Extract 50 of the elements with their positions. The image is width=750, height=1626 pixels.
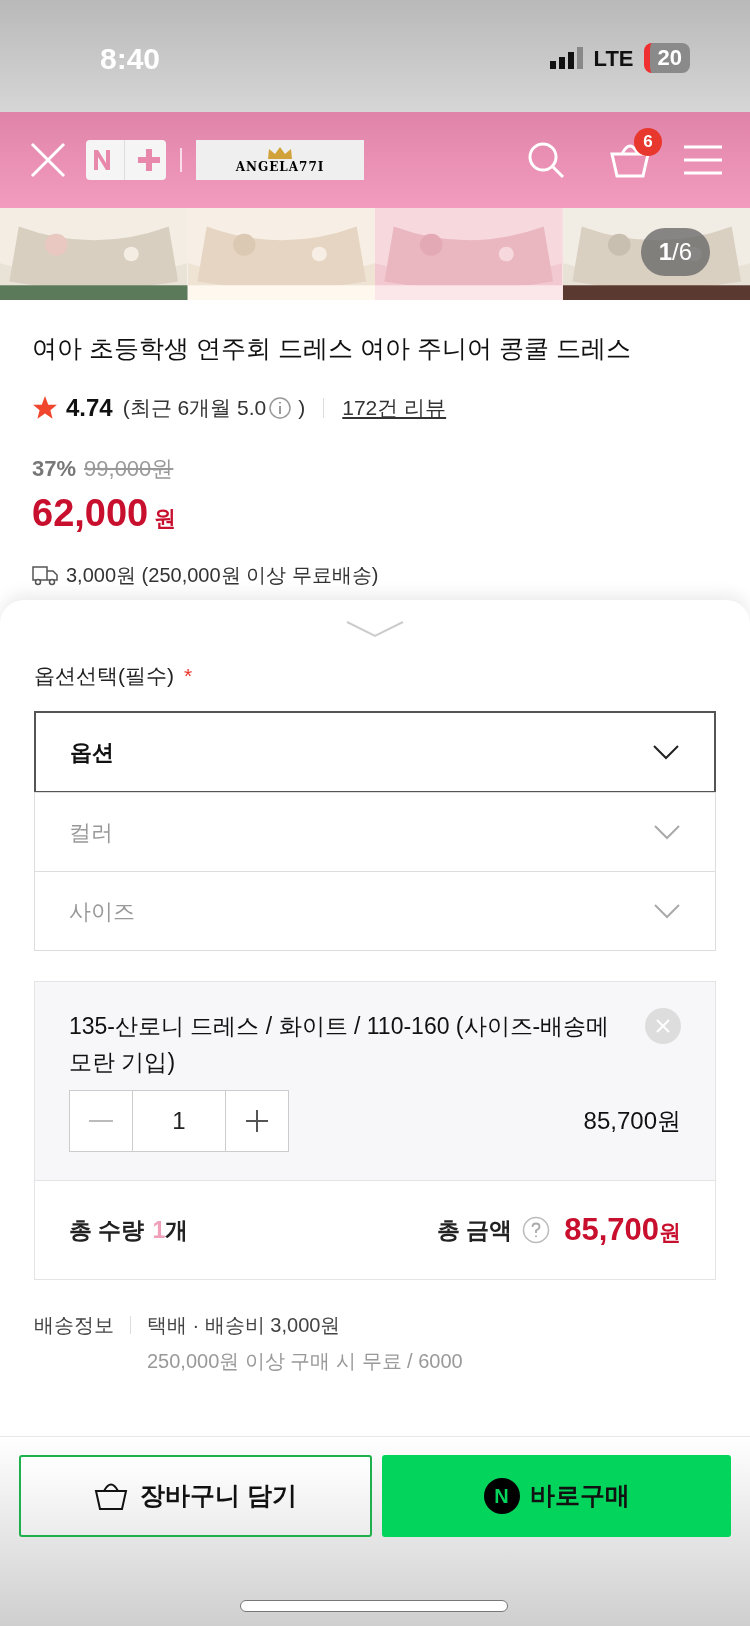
basket-icon: [94, 1481, 128, 1511]
delivery-method: 택배 · 배송비 3,000원: [147, 1313, 342, 1338]
sheet-handle-icon[interactable]: [345, 619, 405, 638]
chevron-down-icon: [652, 744, 680, 760]
recent-rating: (최근 6개월 5.0: [122, 394, 267, 421]
truck-icon: [32, 563, 58, 586]
add-to-cart-button[interactable]: 장바구니 담기: [19, 1455, 372, 1537]
star-icon: [32, 394, 58, 421]
product-title: 여아 초등학생 연주회 드레스 여아 주니어 콩쿨 드레스: [32, 333, 632, 364]
search-icon[interactable]: [526, 140, 566, 180]
reviews-link[interactable]: 172건 리뷰: [342, 391, 447, 424]
decrease-button[interactable]: [69, 1090, 133, 1152]
total-quantity: 1: [152, 1215, 166, 1245]
buy-now-button[interactable]: N 바로구매: [382, 1455, 731, 1537]
help-icon[interactable]: [522, 1216, 551, 1244]
option-select[interactable]: 옵션: [34, 711, 716, 793]
recent-rating-close: ): [298, 394, 306, 421]
option-label: 옵션선택(필수): [34, 662, 174, 689]
original-price: 99,000원: [84, 454, 174, 483]
price-unit: 원: [154, 504, 177, 533]
status-time: 8:40: [100, 40, 161, 77]
required-mark: *: [184, 662, 193, 689]
plus-icon: [246, 1110, 268, 1132]
rating-value: 4.74: [66, 392, 113, 423]
amount-unit: 원: [659, 1219, 681, 1248]
network-label: LTE: [593, 44, 634, 73]
increase-button[interactable]: [225, 1090, 289, 1152]
sale-price: 62,000: [32, 490, 149, 536]
total-quantity-label: 총 수량: [69, 1215, 145, 1245]
chevron-down-icon: [653, 824, 681, 840]
shipping-fee: 3,000원 (250,000원 이상 무료배송): [66, 562, 379, 588]
discount-rate: 37%: [32, 454, 77, 483]
info-icon[interactable]: [268, 395, 293, 420]
menu-icon[interactable]: [684, 145, 722, 175]
item-name: 135-산로니 드레스 / 화이트 / 110-160 (사이즈-배송메모란 기입): [69, 1012, 611, 1077]
chevron-down-icon: [653, 903, 681, 919]
signal-icon: [549, 47, 584, 69]
total-amount: 85,700: [564, 1210, 659, 1249]
battery-indicator: 20: [643, 43, 690, 73]
minus-icon: [89, 1119, 113, 1123]
item-price: 85,700원: [583, 1106, 681, 1136]
close-icon[interactable]: [28, 140, 68, 180]
naver-badge: N: [483, 1478, 520, 1514]
total-amount-label: 총 금액: [436, 1215, 513, 1245]
quantity-unit: 개: [165, 1215, 189, 1245]
free-shipping-note: 250,000원 이상 구매 시 무료 / 6000: [147, 1349, 463, 1374]
delivery-label: 배송정보: [34, 1313, 114, 1338]
cart-count-badge: 6: [634, 128, 662, 156]
store-logo[interactable]: ANGELA77I: [196, 140, 364, 180]
remove-icon[interactable]: [645, 1008, 681, 1044]
